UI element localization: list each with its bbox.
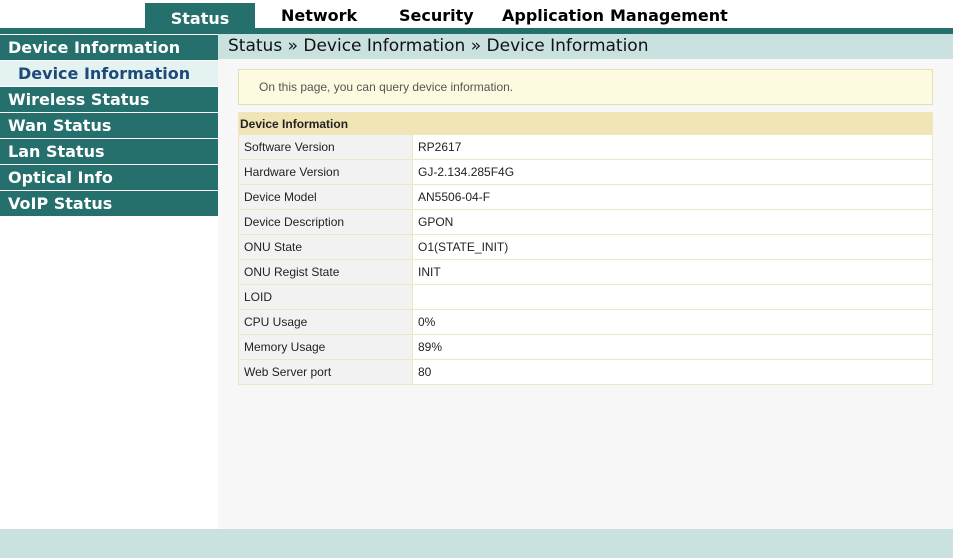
row-label: Device Description [238, 209, 413, 235]
row-label: Device Model [238, 184, 413, 210]
device-info-table: Device Information Software Version RP26… [238, 112, 933, 385]
table-row: LOID [238, 284, 933, 310]
table-row: Hardware Version GJ-2.134.285F4G [238, 159, 933, 185]
sidebar: Device Information Device Information Wi… [0, 34, 218, 529]
row-value: INIT [412, 259, 933, 285]
footer-bar [0, 529, 953, 558]
tab-network[interactable]: Network [281, 3, 357, 28]
row-label: Hardware Version [238, 159, 413, 185]
sidebar-item-lan-status[interactable]: Lan Status [0, 139, 218, 164]
table-row: Web Server port 80 [238, 359, 933, 385]
main-content: Status » Device Information » Device Inf… [218, 34, 953, 529]
sidebar-item-voip-status[interactable]: VoIP Status [0, 191, 218, 216]
sidebar-item-optical-info[interactable]: Optical Info [0, 165, 218, 190]
table-row: Memory Usage 89% [238, 334, 933, 360]
sidebar-item-wireless-status[interactable]: Wireless Status [0, 87, 218, 112]
table-header: Device Information [238, 112, 933, 135]
row-value: O1(STATE_INIT) [412, 234, 933, 260]
table-row: Device Model AN5506-04-F [238, 184, 933, 210]
row-value: 0% [412, 309, 933, 335]
breadcrumb: Status » Device Information » Device Inf… [218, 34, 953, 59]
row-value: AN5506-04-F [412, 184, 933, 210]
table-row: CPU Usage 0% [238, 309, 933, 335]
row-label: Software Version [238, 134, 413, 160]
sidebar-subitem-device-information[interactable]: Device Information [0, 61, 218, 86]
row-value: RP2617 [412, 134, 933, 160]
sidebar-item-wan-status[interactable]: Wan Status [0, 113, 218, 138]
row-value: 80 [412, 359, 933, 385]
row-label: CPU Usage [238, 309, 413, 335]
row-value [412, 284, 933, 310]
table-row: Device Description GPON [238, 209, 933, 235]
row-value: GPON [412, 209, 933, 235]
info-notice: On this page, you can query device infor… [238, 69, 933, 105]
row-label: ONU State [238, 234, 413, 260]
tab-management[interactable]: Management [610, 3, 728, 28]
row-value: 89% [412, 334, 933, 360]
row-label: Memory Usage [238, 334, 413, 360]
row-label: ONU Regist State [238, 259, 413, 285]
table-row: ONU Regist State INIT [238, 259, 933, 285]
row-label: LOID [238, 284, 413, 310]
top-navigation: Status Network Security Application Mana… [0, 0, 959, 34]
sidebar-item-device-information[interactable]: Device Information [0, 35, 218, 60]
row-value: GJ-2.134.285F4G [412, 159, 933, 185]
table-row: ONU State O1(STATE_INIT) [238, 234, 933, 260]
tab-application[interactable]: Application [502, 3, 604, 28]
table-row: Software Version RP2617 [238, 134, 933, 160]
row-label: Web Server port [238, 359, 413, 385]
tab-security[interactable]: Security [399, 3, 474, 28]
